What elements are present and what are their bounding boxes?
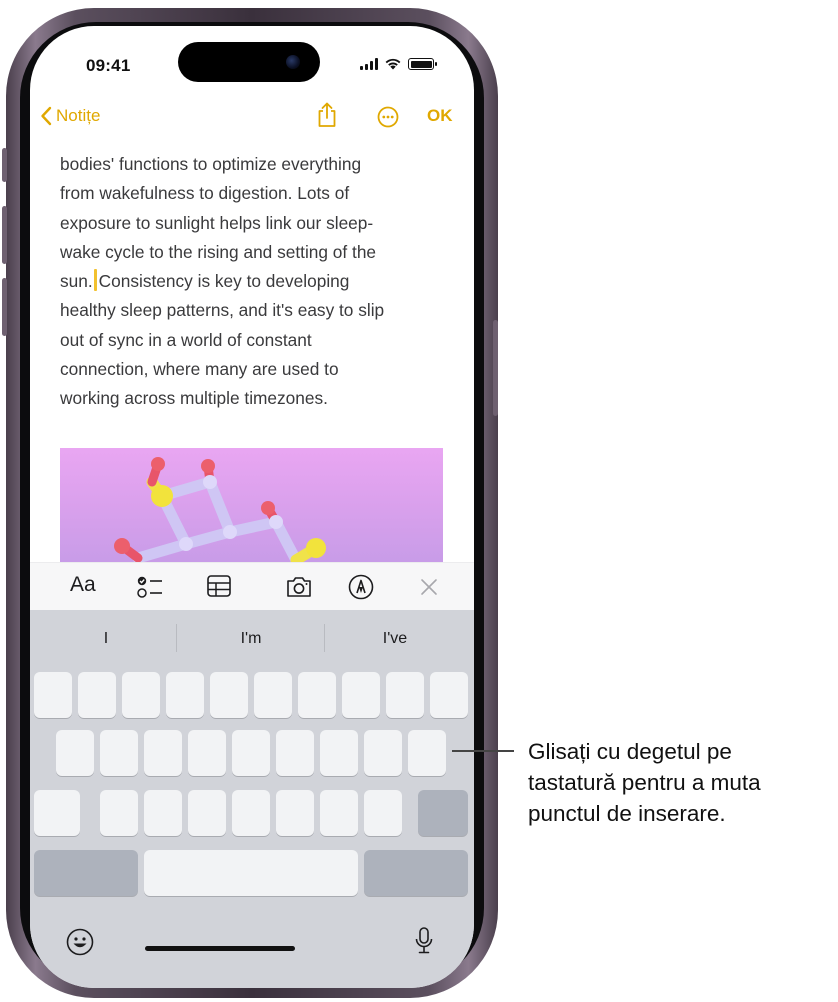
suggestion-divider bbox=[324, 624, 325, 652]
note-line-with-cursor: sun. Consistency is key to developing bbox=[60, 267, 450, 296]
note-line: working across multiple timezones. bbox=[60, 388, 328, 409]
key[interactable] bbox=[298, 672, 336, 718]
key[interactable] bbox=[430, 672, 468, 718]
key[interactable] bbox=[342, 672, 380, 718]
callout-line-text: tastatură pentru a muta bbox=[528, 770, 761, 795]
key[interactable] bbox=[166, 672, 204, 718]
key[interactable] bbox=[188, 790, 226, 836]
shift-key[interactable] bbox=[34, 790, 80, 836]
space-key[interactable] bbox=[144, 850, 358, 896]
suggestion[interactable]: I bbox=[86, 630, 126, 648]
volume-up-button bbox=[2, 206, 7, 264]
key[interactable] bbox=[78, 672, 116, 718]
delete-key[interactable] bbox=[418, 790, 468, 836]
key[interactable] bbox=[364, 730, 402, 776]
key[interactable] bbox=[210, 672, 248, 718]
key[interactable] bbox=[320, 730, 358, 776]
suggestion-divider bbox=[176, 624, 177, 652]
callout-line bbox=[452, 750, 514, 752]
more-options-icon[interactable] bbox=[377, 106, 399, 128]
home-indicator[interactable] bbox=[145, 946, 295, 951]
key[interactable] bbox=[408, 730, 446, 776]
format-toolbar: Aa bbox=[30, 562, 474, 610]
note-line: exposure to sunlight helps link our slee… bbox=[60, 212, 374, 233]
suggestion[interactable]: I've bbox=[370, 630, 420, 648]
molecule-illustration bbox=[114, 457, 326, 562]
text-before-cursor: sun. bbox=[60, 271, 93, 292]
share-icon[interactable] bbox=[316, 102, 338, 128]
checklist-icon[interactable] bbox=[136, 575, 164, 599]
keyboard[interactable]: I I'm I've bbox=[30, 610, 474, 988]
key[interactable] bbox=[232, 790, 270, 836]
key[interactable] bbox=[386, 672, 424, 718]
emoji-icon[interactable] bbox=[66, 928, 94, 956]
close-icon[interactable] bbox=[420, 578, 438, 596]
key[interactable] bbox=[34, 672, 72, 718]
predictive-bar: I I'm I've bbox=[30, 610, 474, 666]
screen: 09:41 Notițe OK bodies' functions to opt… bbox=[30, 26, 474, 988]
text-format-button[interactable]: Aa bbox=[70, 573, 96, 597]
key[interactable] bbox=[276, 790, 314, 836]
key[interactable] bbox=[144, 730, 182, 776]
note-body[interactable]: bodies' functions to optimize everything… bbox=[60, 150, 450, 414]
insertion-point bbox=[93, 269, 97, 292]
wifi-icon bbox=[385, 58, 401, 70]
volume-down-button bbox=[2, 278, 7, 336]
molecule-image[interactable] bbox=[60, 448, 443, 562]
suggestion[interactable]: I'm bbox=[226, 630, 276, 648]
microphone-icon[interactable] bbox=[414, 926, 434, 956]
numbers-key[interactable] bbox=[34, 850, 138, 896]
dynamic-island bbox=[178, 42, 320, 82]
battery-icon bbox=[408, 58, 437, 70]
key[interactable] bbox=[254, 672, 292, 718]
done-button[interactable]: OK bbox=[427, 106, 453, 126]
key[interactable] bbox=[100, 730, 138, 776]
callout-line-text: punctul de inserare. bbox=[528, 801, 726, 826]
note-line: from wakefulness to digestion. Lots of bbox=[60, 183, 350, 204]
key[interactable] bbox=[122, 672, 160, 718]
text-after-cursor: Consistency is key to developing bbox=[98, 271, 350, 292]
note-line: connection, where many are used to bbox=[60, 359, 339, 380]
key[interactable] bbox=[144, 790, 182, 836]
side-button bbox=[493, 320, 498, 416]
note-line: wake cycle to the rising and setting of … bbox=[60, 241, 377, 262]
action-button bbox=[2, 148, 7, 182]
cellular-signal-icon bbox=[360, 58, 378, 70]
callout-line-text: Glisați cu degetul pe bbox=[528, 739, 732, 764]
note-line: out of sync in a world of constant bbox=[60, 329, 312, 350]
note-line: healthy sleep patterns, and it's easy to… bbox=[60, 300, 385, 321]
key[interactable] bbox=[364, 790, 402, 836]
chevron-left-icon bbox=[41, 106, 52, 126]
back-label: Notițe bbox=[56, 106, 101, 125]
key[interactable] bbox=[100, 790, 138, 836]
key[interactable] bbox=[188, 730, 226, 776]
key[interactable] bbox=[56, 730, 94, 776]
status-time: 09:41 bbox=[86, 56, 131, 75]
key[interactable] bbox=[276, 730, 314, 776]
markup-icon[interactable] bbox=[348, 574, 374, 600]
callout-text: Glisați cu degetul pe tastatură pentru a… bbox=[528, 736, 761, 829]
key[interactable] bbox=[232, 730, 270, 776]
table-icon[interactable] bbox=[207, 575, 231, 597]
front-camera bbox=[286, 55, 300, 69]
status-icons bbox=[360, 58, 437, 70]
key[interactable] bbox=[320, 790, 358, 836]
camera-icon[interactable] bbox=[285, 575, 313, 599]
note-line: bodies' functions to optimize everything bbox=[60, 154, 362, 174]
back-button[interactable]: Notițe bbox=[40, 106, 100, 126]
return-key[interactable] bbox=[364, 850, 468, 896]
